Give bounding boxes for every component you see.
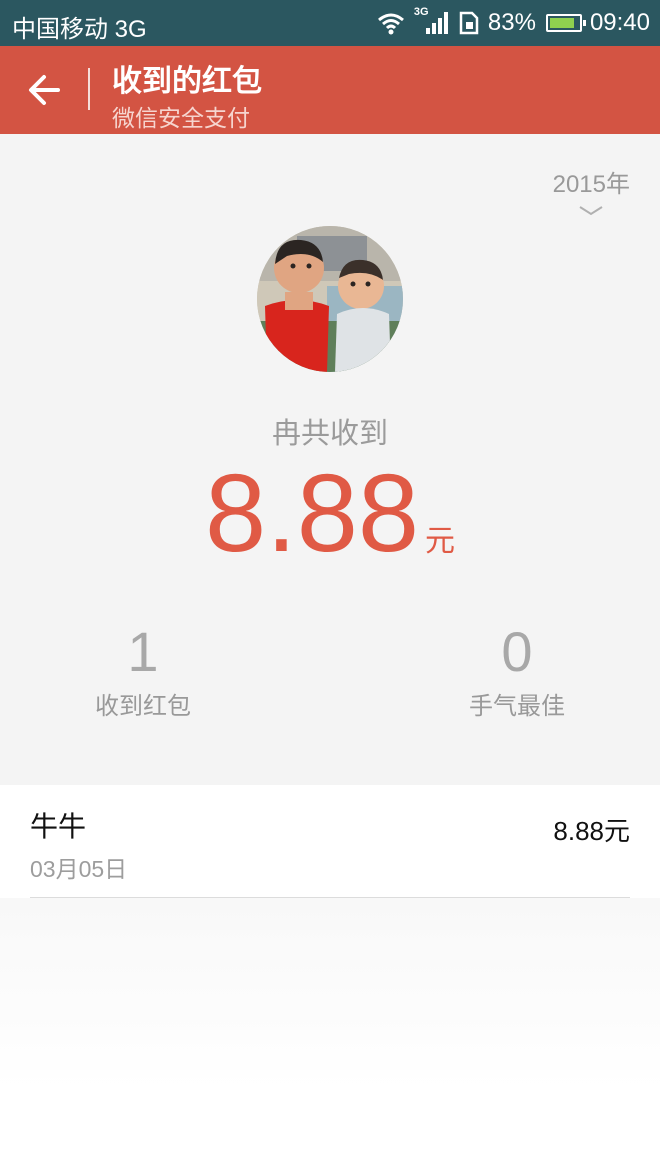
chevron-down-icon bbox=[579, 206, 603, 216]
status-bar: 中国移动 3G 3G 83% 09:40 bbox=[0, 0, 660, 46]
sender-name: 牛牛 bbox=[30, 810, 87, 843]
status-icons: 3G 83% 09:40 bbox=[376, 6, 650, 37]
battery-icon bbox=[545, 14, 586, 32]
currency-unit: 元 bbox=[425, 524, 456, 559]
year-label: 2015年 bbox=[552, 171, 630, 198]
best-luck-stat: 0 手气最佳 bbox=[417, 622, 617, 721]
total-amount-value: 8.88 bbox=[204, 452, 420, 575]
received-date: 03月05日 bbox=[30, 856, 128, 882]
avatar-photo bbox=[257, 226, 403, 372]
signal-icon: 3G bbox=[414, 6, 450, 36]
received-count-stat: 1 收到红包 bbox=[43, 622, 243, 721]
total-amount: 8.88 元 bbox=[0, 459, 660, 569]
avatar[interactable] bbox=[257, 226, 403, 372]
total-received-label: 冉共收到 bbox=[271, 416, 388, 450]
battery-percent: 83% bbox=[487, 9, 536, 36]
back-button[interactable] bbox=[20, 66, 68, 114]
best-luck-count: 0 bbox=[501, 620, 533, 683]
received-count-label: 收到红包 bbox=[95, 692, 191, 720]
carrier-label: 中国移动 3G bbox=[12, 16, 147, 43]
app-header: 收到的红包 微信安全支付 bbox=[0, 46, 660, 134]
summary-panel: 2015年 冉共收到 8.88 元 1 收到红包 0 手气最佳 bbox=[0, 134, 660, 785]
received-amount: 8.88元 bbox=[553, 816, 630, 846]
list-item[interactable]: 牛牛 03月05日 8.88元 bbox=[0, 785, 660, 898]
page-title: 收到的红包 bbox=[112, 64, 262, 99]
page-subtitle: 微信安全支付 bbox=[112, 106, 250, 132]
header-divider bbox=[88, 68, 90, 110]
received-count: 1 bbox=[127, 620, 159, 683]
list-empty-area bbox=[0, 898, 660, 1173]
arrow-left-icon bbox=[29, 75, 60, 105]
best-luck-label: 手气最佳 bbox=[469, 692, 565, 720]
wifi-icon bbox=[377, 13, 404, 35]
sim-card-icon bbox=[459, 11, 479, 35]
clock: 09:40 bbox=[589, 9, 650, 36]
year-selector[interactable]: 2015年 bbox=[553, 164, 630, 217]
